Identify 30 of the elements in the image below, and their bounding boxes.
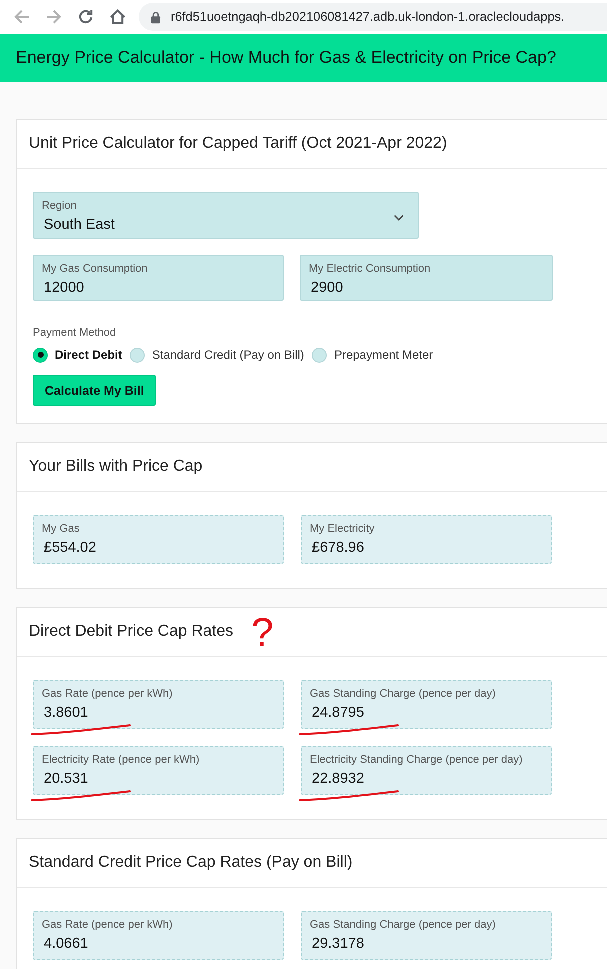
output-field: My Gas £554.02 — [33, 515, 284, 564]
radio-label[interactable]: Prepayment Meter — [334, 348, 434, 362]
radio-label[interactable]: Standard Credit (Pay on Bill) — [152, 348, 304, 362]
output-field: Gas Rate (pence per kWh) 4.0661 — [33, 911, 284, 960]
card-title: Unit Price Calculator for Capped Tariff (Oct 2021-Apr 2022) — [29, 135, 448, 153]
input-field[interactable]: My Electric Consumption 2900 — [300, 255, 553, 301]
page-title: Energy Price Calculator - How Much for Gas & Electricity on Price Cap? — [16, 48, 556, 68]
region-select[interactable]: Region South East — [33, 192, 419, 239]
card-title: Your Bills with Price Cap — [29, 458, 203, 476]
address-bar[interactable]: r6fd51uoetngaqh-db202106081427.adb.uk-london-1.oraclecloudapps. — [139, 3, 607, 31]
input-field[interactable]: My Gas Consumption 12000 — [33, 255, 284, 301]
output-field: My Electricity £678.96 — [301, 515, 552, 564]
calculate-button[interactable]: Calculate My Bill — [33, 375, 156, 406]
lock-icon — [151, 10, 161, 24]
field-label: Payment Method — [33, 327, 118, 339]
output-field: Gas Standing Charge (pence per day) 24.8795 — [301, 680, 552, 729]
output-field: Electricity Rate (pence per kWh) 20.531 — [33, 746, 284, 795]
reload-icon[interactable] — [78, 9, 94, 25]
output-field: Gas Rate (pence per kWh) 3.8601 — [33, 680, 284, 729]
radio-button[interactable] — [312, 348, 328, 362]
card-title: Direct Debit Price Cap Rates — [29, 623, 234, 641]
card-title: Standard Credit Price Cap Rates (Pay on Bill) — [29, 854, 353, 872]
radio-label[interactable]: Direct Debit — [55, 348, 122, 362]
home-icon[interactable] — [110, 9, 126, 25]
output-field: Gas Standing Charge (pence per day) 29.3178 — [301, 911, 552, 960]
chevron-down-icon — [394, 215, 404, 221]
output-field: Electricity Standing Charge (pence per day) 22.8932 — [301, 746, 552, 795]
radio-button[interactable] — [33, 348, 48, 362]
annotation-question-mark: ? — [252, 613, 274, 653]
radio-button[interactable] — [130, 348, 146, 362]
